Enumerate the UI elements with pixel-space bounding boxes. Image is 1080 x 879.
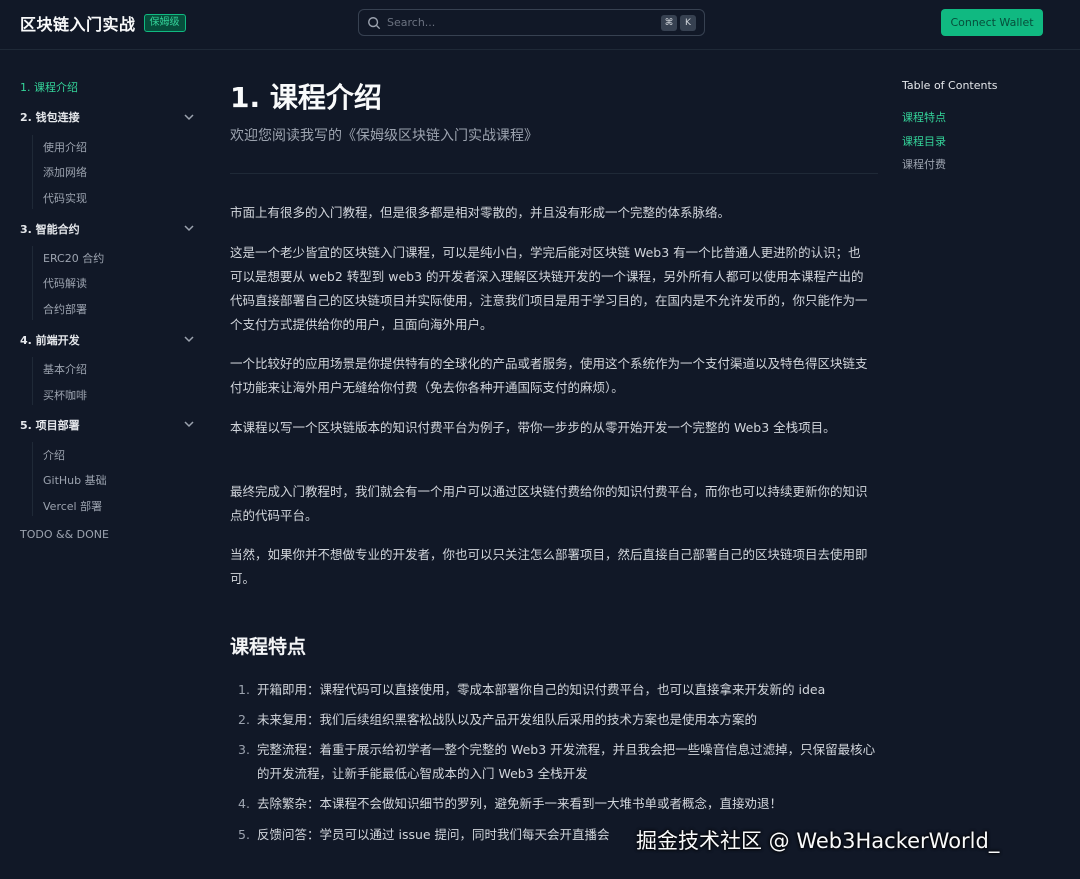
list-item: 3. 完整流程：着重于展示给初学者一整个完整的 Web3 开发流程，并且我会把一… — [238, 738, 878, 786]
page-title: 1. 课程介绍 — [230, 81, 382, 114]
list-text: 开箱即用：课程代码可以直接使用，零成本部署你自己的知识付费平台，也可以直接拿来开… — [257, 682, 826, 697]
list-number: 4. — [238, 796, 250, 811]
paragraph: 市面上有很多的入门教程，但是很多都是相对零散的，并且没有形成一个完整的体系脉络。 — [230, 205, 731, 220]
list-number: 2. — [238, 712, 250, 727]
list-item: 4. 去除繁杂：本课程不会做知识细节的罗列，避免新手一来看到一大堆书单或者概念，… — [238, 792, 878, 816]
sidebar-item-basic-intro[interactable]: 基本介绍 — [43, 361, 87, 377]
search-placeholder: Search... — [387, 16, 436, 29]
sidebar-section-frontend[interactable]: 4. 前端开发 — [20, 332, 80, 348]
subnav-line — [32, 246, 33, 320]
sidebar-item-add-network[interactable]: 添加网络 — [43, 164, 87, 180]
sidebar-item-course-intro[interactable]: 1. 课程介绍 — [20, 79, 78, 95]
search-icon — [368, 16, 381, 29]
brand[interactable]: 区块链入门实战 保姆级 — [20, 11, 186, 35]
sidebar-item-code-impl[interactable]: 代码实现 — [43, 190, 87, 206]
sidebar-item-usage[interactable]: 使用介绍 — [43, 139, 87, 155]
connect-wallet-button[interactable]: Connect Wallet — [941, 9, 1043, 36]
list-item: 2. 未来复用：我们后续组织黑客松战队以及产品开发组队后采用的技术方案也是使用本… — [238, 708, 878, 732]
subnav-line — [32, 135, 33, 209]
paragraph: 当然，如果你并不想做专业的开发者，你也可以只关注怎么部署项目，然后直接自己部署自… — [230, 547, 868, 586]
list-text: 未来复用：我们后续组织黑客松战队以及产品开发组队后采用的技术方案也是使用本方案的 — [257, 712, 758, 727]
sidebar-item-code-reading[interactable]: 代码解读 — [43, 275, 87, 291]
paragraph: 最终完成入门教程时，我们就会有一个用户可以通过区块链付费给你的知识付费平台，而你… — [230, 484, 868, 523]
page-subtitle: 欢迎您阅读我写的《保姆级区块链入门实战课程》 — [230, 128, 538, 144]
sidebar-section-wallet[interactable]: 2. 钱包连接 — [20, 109, 80, 125]
sidebar-item-deploy-intro[interactable]: 介绍 — [43, 447, 65, 463]
list-number: 1. — [238, 682, 250, 697]
paragraph: 这是一个老少皆宜的区块链入门课程，可以是纯小白，学完后能对区块链 Web3 有一… — [230, 245, 868, 332]
section-heading-features: 课程特点 — [230, 636, 307, 658]
chevron-down-icon[interactable] — [183, 222, 195, 234]
top-header: 区块链入门实战 保姆级 Search... ⌘ K Connect Wallet — [0, 0, 1080, 50]
sidebar-item-todo-done[interactable]: TODO && DONE — [20, 528, 109, 541]
subnav-line — [32, 357, 33, 405]
toc-title: Table of Contents — [902, 79, 998, 92]
list-text: 去除繁杂：本课程不会做知识细节的罗列，避免新手一来看到一大堆书单或者概念，直接劝… — [257, 796, 783, 811]
sidebar-item-vercel-deploy[interactable]: Vercel 部署 — [43, 498, 102, 514]
subnav-line — [32, 442, 33, 516]
sidebar-section-smart-contract[interactable]: 3. 智能合约 — [20, 221, 80, 237]
toc-item-features[interactable]: 课程特点 — [902, 109, 946, 125]
level-badge: 保姆级 — [143, 14, 186, 32]
chevron-down-icon[interactable] — [183, 333, 195, 345]
list-item: 1. 开箱即用：课程代码可以直接使用，零成本部署你自己的知识付费平台，也可以直接… — [238, 678, 878, 702]
sidebar-item-github-basics[interactable]: GitHub 基础 — [43, 472, 107, 488]
sidebar-item-buy-coffee[interactable]: 买杯咖啡 — [43, 387, 87, 403]
toc-item-payment[interactable]: 课程付费 — [902, 156, 946, 172]
list-number: 3. — [238, 742, 250, 757]
sidebar-section-deploy[interactable]: 5. 项目部署 — [20, 417, 80, 433]
search-bar[interactable]: Search... ⌘ K — [358, 9, 705, 36]
shortcut-k-key: K — [680, 14, 696, 31]
watermark: 掘金技术社区 @ Web3HackerWorld_ — [636, 829, 1000, 853]
sidebar-item-contract-deploy[interactable]: 合约部署 — [43, 301, 87, 317]
list-number: 5. — [238, 827, 250, 842]
site-title[interactable]: 区块链入门实战 — [20, 11, 136, 35]
sidebar-item-erc20[interactable]: ERC20 合约 — [43, 250, 104, 266]
paragraph: 本课程以写一个区块链版本的知识付费平台为例子，带你一步步的从零开始开发一个完整的… — [230, 420, 836, 435]
toc-item-catalog[interactable]: 课程目录 — [902, 133, 946, 149]
paragraph: 一个比较好的应用场景是你提供特有的全球化的产品或者服务，使用这个系统作为一个支付… — [230, 356, 868, 395]
content-divider — [230, 173, 878, 174]
chevron-down-icon[interactable] — [183, 111, 195, 123]
list-text: 完整流程：着重于展示给初学者一整个完整的 Web3 开发流程，并且我会把一些噪音… — [257, 742, 876, 781]
shortcut-cmd-key: ⌘ — [661, 14, 677, 31]
chevron-down-icon[interactable] — [183, 418, 195, 430]
